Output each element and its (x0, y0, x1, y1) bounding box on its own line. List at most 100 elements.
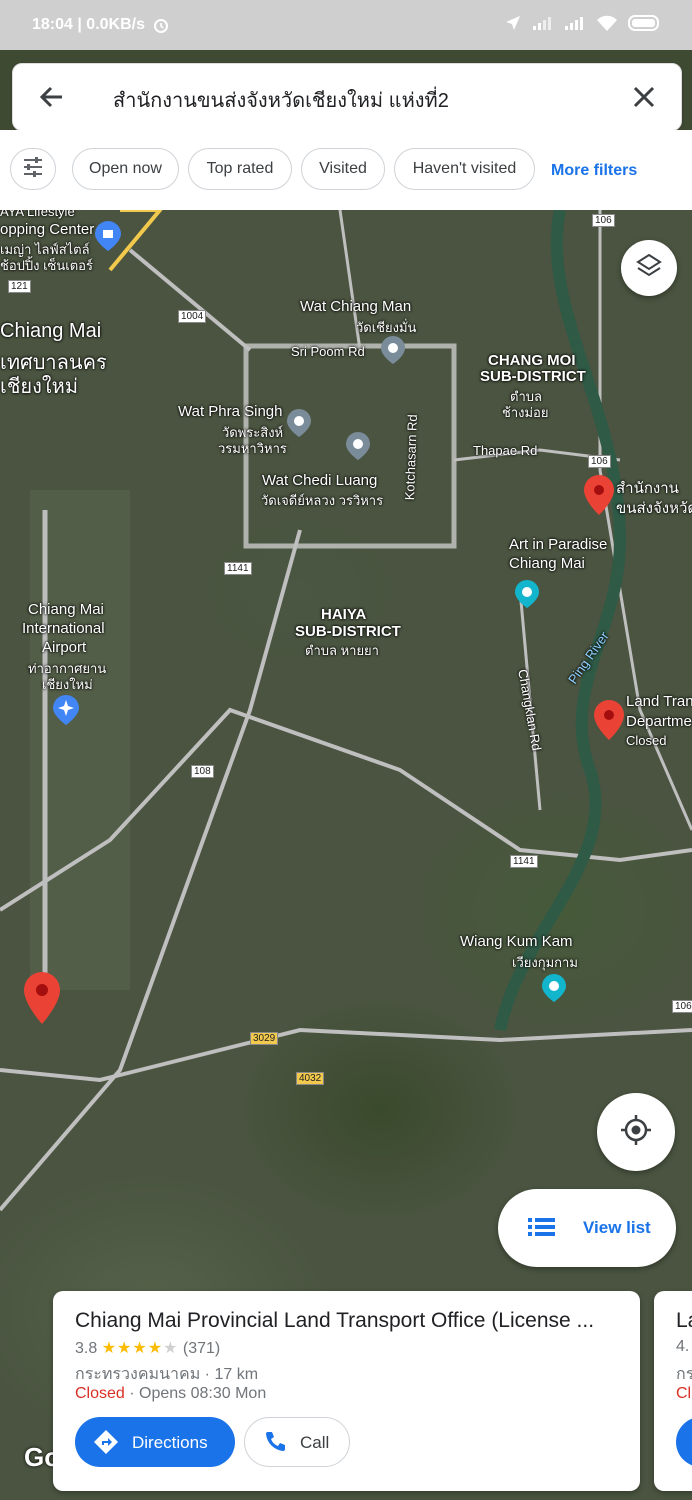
red-pin-icon[interactable] (594, 700, 624, 745)
filter-bar: Open now Top rated Visited Haven't visit… (0, 130, 692, 210)
map-label: Chiang Mai (28, 601, 104, 618)
map-label: Kotchasarn Rd (402, 414, 420, 501)
map-label: Closed (626, 733, 667, 748)
map-label: Wiang Kum Kam (460, 933, 573, 950)
closed-status: Closed (75, 1385, 125, 1402)
list-icon (528, 1216, 556, 1243)
road-number: 106 (592, 214, 615, 227)
road-number: 108 (191, 765, 214, 778)
rating-value: 3.8 (75, 1340, 98, 1357)
tune-icon (21, 155, 45, 184)
chip-visited[interactable]: Visited (301, 148, 385, 190)
map-label: Sri Poom Rd (291, 344, 365, 359)
chip-open-now[interactable]: Open now (72, 148, 179, 190)
map-label: เวียงกุมกาม (512, 955, 578, 970)
star-filled: ★★★★ (101, 1340, 164, 1357)
chip-havent-visited[interactable]: Haven't visited (394, 148, 535, 190)
call-button[interactable]: Call (244, 1417, 350, 1467)
red-pin-icon[interactable] (584, 475, 614, 520)
call-label: Call (300, 1433, 330, 1452)
map-label: ช้างม่อย (502, 405, 549, 420)
map-label: Wat Chiang Man (300, 298, 412, 315)
status-icons (504, 14, 662, 37)
map-label: SUB-DISTRICT (295, 623, 401, 640)
attraction-icon[interactable] (515, 580, 539, 613)
temple-icon[interactable] (346, 432, 370, 465)
temple-icon[interactable] (381, 336, 405, 369)
next-place-card[interactable]: La 4. กร Cl (654, 1291, 692, 1491)
map-label: วัดเชียงมั่น (356, 320, 417, 335)
next-place-title: La (676, 1309, 692, 1332)
map-label: Art in Paradise (509, 536, 608, 553)
opens-text: · Opens 08:30 Mon (124, 1385, 267, 1402)
shopping-icon[interactable] (95, 221, 121, 256)
battery-icon (628, 14, 662, 37)
my-location-button[interactable] (597, 1093, 675, 1171)
map-label: International (22, 620, 105, 637)
map-label: Chiang Mai (0, 320, 102, 342)
selected-pin-icon[interactable] (24, 972, 60, 1029)
wifi-icon (596, 15, 618, 36)
close-icon[interactable] (627, 80, 661, 114)
map-label: CHANG MOI (488, 352, 576, 369)
place-card[interactable]: Chiang Mai Provincial Land Transport Off… (53, 1291, 640, 1491)
map-label: วรมหาวิหาร (218, 441, 287, 456)
place-title: Chiang Mai Provincial Land Transport Off… (75, 1309, 595, 1332)
place-hours: Closed · Opens 08:30 Mon (75, 1385, 266, 1403)
temple-icon[interactable] (287, 409, 311, 442)
next-place-rating: 4. (676, 1338, 690, 1355)
alarm-icon (152, 16, 170, 39)
map-label: Departme (626, 713, 692, 730)
rating-stars: ★★★★★ (102, 1340, 179, 1357)
airport-icon[interactable] (53, 695, 79, 730)
star-empty: ★ (163, 1340, 179, 1357)
road-number: 106 (588, 455, 611, 468)
layers-icon (635, 252, 663, 285)
map-label: Wat Chedi Luang (262, 472, 378, 489)
crosshair-icon (619, 1113, 653, 1152)
next-directions-button[interactable] (676, 1417, 692, 1467)
filter-settings-button[interactable] (10, 148, 56, 190)
map-label: Airport (42, 639, 87, 656)
road-number: 1141 (224, 562, 252, 575)
map-label: SUB-DISTRICT (480, 368, 586, 385)
map-label: วัดเจดีย์หลวง วรวิหาร (261, 493, 384, 508)
review-count: (371) (182, 1340, 221, 1357)
map-label: AYA Lifestyle (0, 210, 75, 219)
back-arrow-icon[interactable] (35, 80, 69, 114)
search-box[interactable]: สำนักงานขนส่งจังหวัดเชียงใหม่ แห่งที่2 (12, 63, 682, 131)
road-number: 4032 (296, 1072, 325, 1085)
map-label: Chiang Mai (509, 555, 585, 572)
signal-icon (532, 15, 554, 36)
layers-button[interactable] (621, 240, 677, 296)
place-rating-row: 3.8 ★★★★★ (371) (75, 1338, 220, 1358)
map-label: ตำบล หายยา (305, 643, 379, 658)
next-place-category: กร (676, 1366, 692, 1383)
map-label: Wat Phra Singh (178, 403, 283, 420)
view-list-button[interactable]: View list (498, 1189, 676, 1267)
directions-label: Directions (132, 1433, 208, 1452)
map-label: ช้อปปิ้ง เซ็นเตอร์ (0, 258, 93, 273)
more-filters-link[interactable]: More filters (551, 162, 637, 180)
road-number: 1004 (178, 310, 207, 323)
view-list-label: View list (583, 1218, 651, 1237)
road-number: 121 (8, 280, 31, 293)
search-input[interactable]: สำนักงานขนส่งจังหวัดเชียงใหม่ แห่งที่2 (113, 84, 449, 116)
map-label: Thapae Rd (473, 443, 538, 458)
chip-top-rated[interactable]: Top rated (188, 148, 292, 190)
signal-icon-2 (564, 15, 586, 36)
road-number: 106 (672, 1000, 692, 1013)
next-place-hours: Cl (676, 1385, 692, 1402)
map-label: เชียงใหม่ (42, 677, 93, 692)
phone-icon (263, 1430, 287, 1459)
directions-button[interactable]: Directions (75, 1417, 235, 1467)
map-label: Land Tran (626, 693, 692, 710)
attraction-icon[interactable] (542, 974, 566, 1007)
map-label: ขนส่งจังหวัด (616, 500, 692, 517)
directions-icon (93, 1429, 119, 1460)
map-label: เชียงใหม่ (0, 376, 79, 398)
status-bar: 18:04 | 0.0KB/s (0, 0, 692, 50)
place-category: กระทรวงคมนาคม · 17 km (75, 1366, 259, 1383)
road-number: 1141 (510, 855, 538, 868)
road-number: 3029 (250, 1032, 279, 1045)
